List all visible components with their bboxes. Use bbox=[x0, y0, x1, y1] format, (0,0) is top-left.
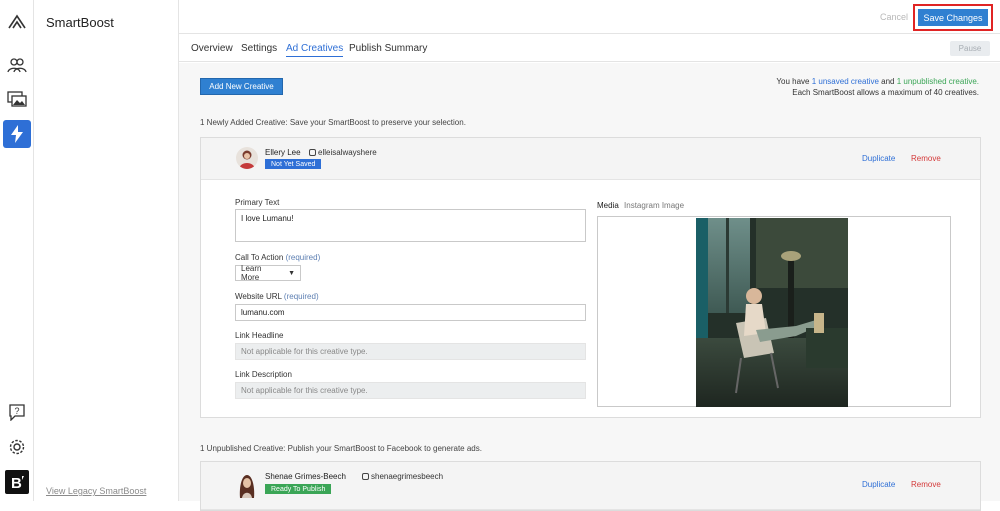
main-content: Add New Creative You have 1 unsaved crea… bbox=[179, 63, 1000, 511]
logo-icon[interactable] bbox=[6, 11, 28, 33]
media-preview bbox=[597, 216, 951, 407]
unpublished-section-title: 1 Unpublished Creative: Publish your Sma… bbox=[200, 444, 482, 453]
tab-ad-creatives[interactable]: Ad Creatives bbox=[286, 43, 344, 57]
media-type: Instagram Image bbox=[624, 201, 685, 210]
brand-title: SmartBoost bbox=[46, 15, 114, 30]
creator-name: Ellery Lee bbox=[265, 148, 301, 157]
creatives-notice: You have 1 unsaved creative and 1 unpubl… bbox=[776, 76, 979, 98]
primary-text-field[interactable]: I love Lumanu! bbox=[235, 209, 586, 242]
cta-value: Learn More bbox=[241, 264, 262, 282]
instagram-handle: elleisalwayshere bbox=[309, 148, 377, 157]
tab-overview[interactable]: Overview bbox=[191, 43, 233, 54]
status-badge-ready: Ready To Publish bbox=[265, 484, 332, 494]
creator-name-unpublished: Shenae Grimes-Beech bbox=[265, 472, 346, 481]
handle-text-unpublished: shenaegrimesbeech bbox=[371, 472, 444, 481]
images-icon[interactable] bbox=[6, 88, 28, 110]
creative-header-unpublished: Shenae Grimes-Beech shenaegrimesbeech Re… bbox=[201, 462, 980, 510]
avatar-unpublished bbox=[236, 472, 258, 498]
save-changes-button[interactable]: Save Changes bbox=[918, 9, 988, 26]
help-icon[interactable]: ? bbox=[6, 401, 28, 423]
tab-settings[interactable]: Settings bbox=[241, 43, 277, 54]
instagram-icon bbox=[362, 473, 369, 480]
top-bar: Cancel Save Changes bbox=[179, 0, 1000, 34]
notice-unpublished: 1 unpublished creative. bbox=[896, 77, 979, 86]
url-label: Website URL (required) bbox=[235, 292, 319, 301]
section-subtitle-unpublished: Publish your SmartBoost to Facebook to g… bbox=[287, 444, 482, 453]
cta-label-text: Call To Action bbox=[235, 253, 284, 262]
duplicate-link-unpublished[interactable]: Duplicate bbox=[862, 480, 895, 489]
save-highlight-box: Save Changes bbox=[913, 4, 993, 31]
creative-card: Ellery Lee elleisalwayshere Not Yet Save… bbox=[200, 137, 981, 418]
b-brand-icon[interactable]: B bbox=[5, 470, 29, 494]
handle-text: elleisalwayshere bbox=[318, 148, 377, 157]
status-badge: Not Yet Saved bbox=[265, 159, 322, 169]
cta-select[interactable]: Learn More ▼ bbox=[235, 264, 301, 282]
primary-text-label: Primary Text bbox=[235, 198, 280, 207]
duplicate-link[interactable]: Duplicate bbox=[862, 154, 895, 163]
sidebar: SmartBoost View Legacy SmartBoost bbox=[34, 0, 179, 501]
lightning-icon[interactable] bbox=[3, 120, 31, 148]
svg-text:B: B bbox=[11, 475, 22, 490]
people-icon[interactable] bbox=[6, 54, 28, 76]
section-heading: 1 Newly Added Creative: bbox=[200, 118, 288, 127]
pause-button[interactable]: Pause bbox=[950, 41, 990, 56]
section-heading-unpublished: 1 Unpublished Creative: bbox=[200, 444, 286, 453]
notice-max: Each SmartBoost allows a maximum of 40 c… bbox=[792, 88, 979, 97]
website-url-field[interactable]: lumanu.com bbox=[235, 304, 586, 321]
creative-header: Ellery Lee elleisalwayshere Not Yet Save… bbox=[201, 138, 980, 180]
icon-rail: ? B bbox=[0, 0, 34, 501]
tab-publish-summary[interactable]: Publish Summary bbox=[349, 43, 427, 54]
instagram-icon bbox=[309, 149, 316, 156]
svg-text:?: ? bbox=[14, 406, 19, 416]
notice-prefix: You have bbox=[776, 77, 810, 86]
cancel-button[interactable]: Cancel bbox=[880, 12, 908, 22]
creative-card-unpublished: Shenae Grimes-Beech shenaegrimesbeech Re… bbox=[200, 461, 981, 511]
description-label: Link Description bbox=[235, 370, 292, 379]
notice-unsaved: 1 unsaved creative bbox=[811, 77, 879, 86]
url-label-text: Website URL bbox=[235, 292, 282, 301]
new-creative-section-title: 1 Newly Added Creative: Save your SmartB… bbox=[200, 118, 466, 127]
avatar bbox=[236, 147, 258, 169]
link-description-field: Not applicable for this creative type. bbox=[235, 382, 586, 399]
headline-label: Link Headline bbox=[235, 331, 284, 340]
media-header: Media Instagram Image bbox=[597, 201, 684, 210]
add-new-creative-button[interactable]: Add New Creative bbox=[200, 78, 283, 95]
media-label: Media bbox=[597, 201, 619, 210]
remove-link[interactable]: Remove bbox=[911, 154, 941, 163]
link-headline-field: Not applicable for this creative type. bbox=[235, 343, 586, 360]
instagram-handle-unpublished: shenaegrimesbeech bbox=[362, 472, 443, 481]
remove-link-unpublished[interactable]: Remove bbox=[911, 480, 941, 489]
section-subtitle: Save your SmartBoost to preserve your se… bbox=[289, 118, 466, 127]
creative-photo bbox=[696, 218, 848, 407]
notice-and: and bbox=[881, 77, 895, 86]
cta-required: (required) bbox=[285, 253, 321, 262]
tab-bar: Overview Settings Ad Creatives Publish S… bbox=[179, 34, 1000, 62]
url-required: (required) bbox=[283, 292, 319, 301]
gear-icon[interactable] bbox=[6, 436, 28, 458]
caret-down-icon: ▼ bbox=[288, 269, 295, 277]
view-legacy-link[interactable]: View Legacy SmartBoost bbox=[46, 486, 146, 496]
cta-label: Call To Action (required) bbox=[235, 253, 320, 262]
